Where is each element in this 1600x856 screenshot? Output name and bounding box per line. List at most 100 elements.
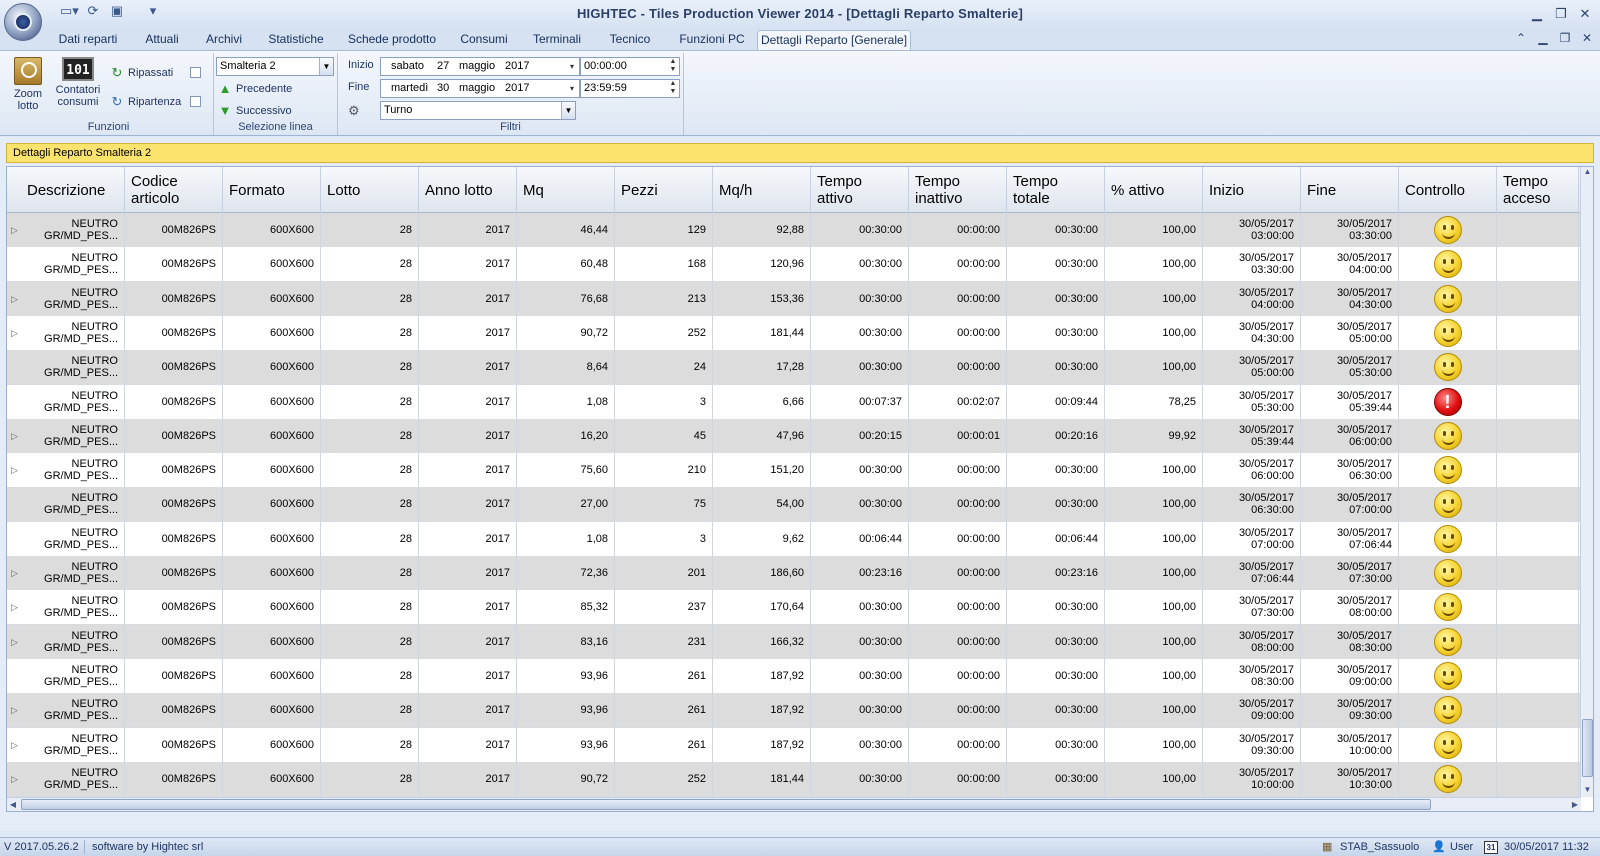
spinner-icon[interactable]: ▲ ▼ (667, 58, 679, 75)
chevron-up-icon[interactable]: ⌃ (1514, 31, 1528, 45)
table-row[interactable]: NEUTRO GR/MD_PES... 00M826PS 600X600 28 2017 2… (7, 487, 1581, 523)
table-row[interactable]: ▷ NEUTRO GR/MD_PES... 00M826PS 600X600 28 2017… (7, 213, 1581, 248)
expand-row-icon[interactable]: ▷ (11, 602, 18, 613)
table-row[interactable]: ▷ NEUTRO GR/MD_PES... 00M826PS 600X600 28 2017… (7, 281, 1581, 317)
cell-descrizione: NEUTRO GR/MD_PES... (21, 521, 125, 556)
tab-statistiche[interactable]: Statistiche (258, 30, 334, 50)
table-row[interactable]: NEUTRO GR/MD_PES... 00M826PS 600X600 28 2017 9… (7, 658, 1581, 694)
header-tempo-inattivo[interactable]: Tempo inattivo (909, 167, 1007, 213)
cell-mq: 46,44 (517, 213, 615, 247)
header-tempo-acceso[interactable]: Tempo acceso (1497, 167, 1579, 213)
tab-dati-reparti[interactable]: Dati reparti (50, 30, 126, 50)
scroll-left-icon[interactable]: ◀ (7, 798, 19, 811)
line-select[interactable]: Smalteria 2 ▼ (216, 57, 334, 76)
fine-date-picker[interactable]: martedì 30 maggio 2017 ▾ (380, 79, 580, 98)
chevron-down-icon[interactable]: ▾ (565, 80, 579, 97)
fine-time-field[interactable]: 23:59:59 ▲ ▼ (580, 79, 680, 98)
header-controllo[interactable]: Controllo (1399, 167, 1497, 213)
close-icon[interactable]: ✕ (1576, 6, 1594, 22)
table-row[interactable]: ▷ NEUTRO GR/MD_PES... 00M826PS 600X600 28 2017… (7, 693, 1581, 729)
application-menu-button[interactable] (4, 3, 42, 41)
horizontal-scroll-thumb[interactable] (21, 799, 1431, 810)
table-row[interactable]: ▷ NEUTRO GR/MD_PES... 00M826PS 600X600 28 2017… (7, 556, 1581, 591)
inizio-time-field[interactable]: 00:00:00 ▲ ▼ (580, 57, 680, 76)
cell-mq: 8,64 (517, 350, 615, 385)
tab-consumi[interactable]: Consumi (452, 30, 516, 50)
successivo-button[interactable]: ▼ Successivo (218, 103, 292, 118)
header-fine[interactable]: Fine (1301, 167, 1399, 213)
mdi-restore-icon[interactable]: ❐ (1558, 31, 1572, 45)
header-anno-lotto[interactable]: Anno lotto (419, 167, 517, 213)
header-mq[interactable]: Mq (517, 167, 615, 213)
dropdown-arrow-icon[interactable]: ▼ (319, 58, 333, 75)
desc-code: GR/MD_PES (44, 230, 109, 242)
scroll-up-icon[interactable]: ▲ (1581, 167, 1593, 179)
mdi-close-icon[interactable]: ✕ (1580, 31, 1594, 45)
expand-row-icon[interactable]: ▷ (11, 774, 18, 785)
header-mq-h[interactable]: Mq/h (713, 167, 811, 213)
table-row[interactable]: ▷ NEUTRO GR/MD_PES... 00M826PS 600X600 28 2017… (7, 624, 1581, 660)
zoom-lotto-button[interactable]: Zoom lotto (8, 57, 48, 112)
header-tempo-totale[interactable]: Tempo totale (1007, 167, 1105, 213)
mdi-minimize-icon[interactable]: ▁ (1536, 31, 1550, 45)
table-row[interactable]: ▷ NEUTRO GR/MD_PES... 00M826PS 600X600 28 2017… (7, 761, 1581, 797)
inizio-date-picker[interactable]: sabato 27 maggio 2017 ▾ (380, 57, 580, 76)
expand-row-icon[interactable]: ▷ (11, 328, 18, 339)
table-row[interactable]: ▷ NEUTRO GR/MD_PES... 00M826PS 600X600 28 2017… (7, 453, 1581, 489)
header-perc-attivo[interactable]: % attivo (1105, 167, 1203, 213)
table-row[interactable]: NEUTRO GR/MD_PES... 00M826PS 600X600 28 2017 1… (7, 384, 1581, 420)
header-formato[interactable]: Formato (223, 167, 321, 213)
tab-attuali[interactable]: Attuali (134, 30, 190, 50)
dropdown-arrow-icon[interactable]: ▼ (561, 102, 575, 119)
chevron-down-icon[interactable]: ▾ (565, 58, 579, 75)
ripassati-checkbox[interactable] (190, 67, 201, 78)
horizontal-scrollbar[interactable]: ◀ ▶ (7, 797, 1581, 811)
table-row[interactable]: ▷ NEUTRO GR/MD_PES... 00M826PS 600X600 28 2017… (7, 590, 1581, 626)
header-tempo-attivo[interactable]: Tempo attivo (811, 167, 909, 213)
contatori-consumi-button[interactable]: 101 Contatori consumi (52, 57, 104, 108)
table-row[interactable]: NEUTRO GR/MD_PES... 00M826PS 600X600 28 2017 6… (7, 247, 1581, 283)
header-lotto[interactable]: Lotto (321, 167, 419, 213)
cell-lotto: 28 (321, 384, 419, 419)
ripassati-button[interactable]: ↻ Ripassati (110, 65, 174, 81)
header-inizio[interactable]: Inizio (1203, 167, 1301, 213)
scroll-down-icon[interactable]: ▼ (1581, 785, 1593, 797)
restore-icon[interactable]: ❐ (1552, 6, 1570, 22)
expand-row-icon[interactable]: ▷ (11, 431, 18, 442)
cell-mqh: 92,88 (713, 213, 811, 247)
header-codice-articolo[interactable]: Codice articolo (125, 167, 223, 213)
precedente-button[interactable]: ▲ Precedente (218, 81, 293, 96)
expand-row-icon[interactable]: ▷ (11, 294, 18, 305)
turno-select[interactable]: Turno ▼ (380, 101, 576, 120)
tab-funzioni-pc[interactable]: Funzioni PC (672, 30, 752, 50)
tab-schede-prodotto[interactable]: Schede prodotto (343, 30, 441, 50)
triangle-down-icon: ▼ (218, 103, 232, 118)
table-row[interactable]: NEUTRO GR/MD_PES... 00M826PS 600X600 28 2017 8… (7, 350, 1581, 386)
table-row[interactable]: ▷ NEUTRO GR/MD_PES... 00M826PS 600X600 28 2017… (7, 315, 1581, 351)
ripartenza-checkbox[interactable] (190, 96, 201, 107)
smiley-icon (1433, 730, 1462, 759)
minimize-icon[interactable]: ▁ (1528, 6, 1546, 22)
expand-row-icon[interactable]: ▷ (11, 225, 18, 236)
ripartenza-button[interactable]: ↻ Ripartenza (110, 94, 182, 110)
tab-archivi[interactable]: Archivi (198, 30, 250, 50)
expand-row-icon[interactable]: ▷ (11, 465, 18, 476)
cell-fine: 30/05/2017 03:30:00 (1301, 213, 1399, 247)
expand-row-icon[interactable]: ▷ (11, 637, 18, 648)
table-row[interactable]: ▷ NEUTRO GR/MD_PES... 00M826PS 600X600 28 2017… (7, 418, 1581, 454)
expand-row-icon[interactable]: ▷ (11, 568, 18, 579)
header-descrizione[interactable]: Descrizione (21, 167, 125, 213)
tab-tecnico[interactable]: Tecnico (598, 30, 662, 50)
tab-dettagli-reparto[interactable]: Dettagli Reparto [Generale] (757, 30, 911, 50)
table-row[interactable]: ▷ NEUTRO GR/MD_PES... 00M826PS 600X600 28 2017… (7, 727, 1581, 763)
tab-terminali[interactable]: Terminali (525, 30, 589, 50)
expand-row-icon[interactable]: ▷ (11, 705, 18, 716)
scroll-right-icon[interactable]: ▶ (1569, 798, 1581, 811)
vertical-scrollbar[interactable]: ▲ ▼ (1580, 167, 1593, 797)
expand-row-icon[interactable]: ▷ (11, 740, 18, 751)
spinner-icon[interactable]: ▲ ▼ (667, 80, 679, 97)
header-pezzi[interactable]: Pezzi (615, 167, 713, 213)
vertical-scroll-thumb[interactable] (1582, 719, 1593, 777)
cell-tempo-attivo: 00:30:00 (811, 453, 909, 488)
table-row[interactable]: NEUTRO GR/MD_PES... 00M826PS 600X600 28 2017 1… (7, 521, 1581, 557)
